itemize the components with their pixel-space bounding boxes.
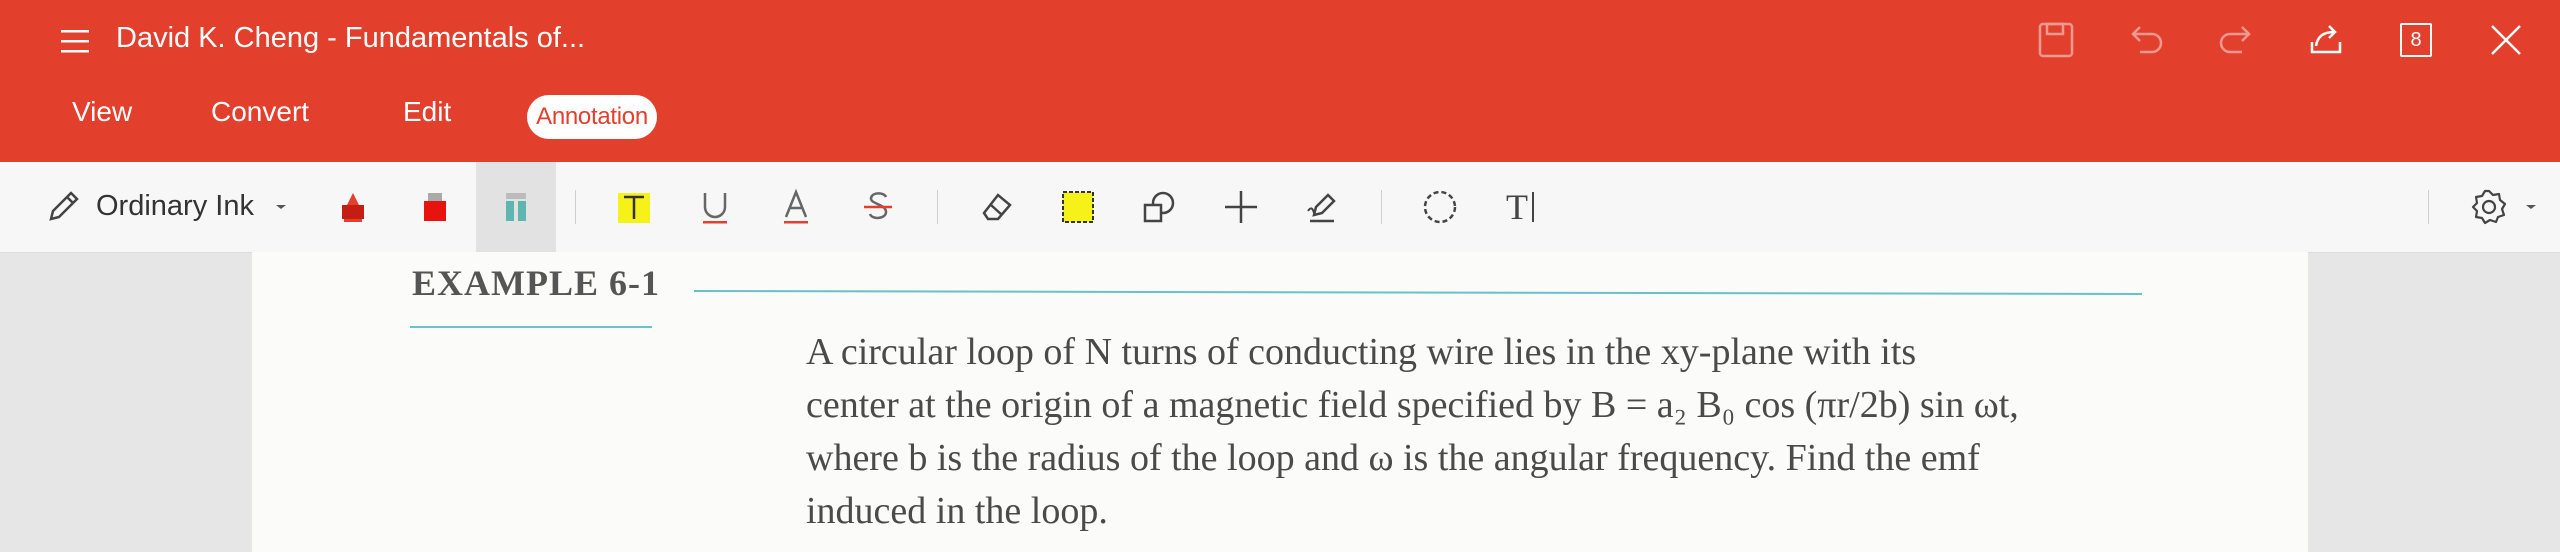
settings-gear-icon[interactable] — [2466, 184, 2512, 230]
eraser-icon[interactable] — [973, 184, 1019, 230]
strikethrough-icon[interactable] — [855, 184, 901, 230]
page-count-icon[interactable]: 8 — [2394, 18, 2438, 62]
paragraph-line: A circular loop of N turns of conducting… — [806, 331, 1917, 373]
example-paragraph: A circular loop of N turns of conducting… — [806, 326, 2146, 538]
area-highlight-icon[interactable] — [1055, 184, 1101, 230]
page-count-badge: 8 — [2400, 23, 2432, 57]
heading-underline-annotation[interactable] — [410, 326, 652, 328]
redo-icon[interactable] — [2214, 18, 2258, 62]
example-heading: EXAMPLE 6-1 — [412, 263, 660, 303]
paragraph-line: induced in the loop. — [806, 490, 1108, 532]
marker-red-icon[interactable] — [412, 184, 458, 230]
pen-red-icon[interactable] — [330, 184, 376, 230]
annotation-toolbar: Ordinary Ink T — [0, 162, 2560, 253]
text-tool-glyph: T — [1506, 187, 1528, 227]
chevron-down-icon[interactable] — [274, 202, 288, 212]
pen-icon[interactable] — [40, 184, 86, 230]
paragraph-line: where b is the radius of the loop and ω … — [806, 437, 1980, 479]
menu-icon[interactable] — [58, 24, 92, 58]
ink-type-label[interactable]: Ordinary Ink — [96, 190, 254, 223]
share-icon[interactable] — [2304, 18, 2348, 62]
lasso-select-icon[interactable] — [1417, 184, 1463, 230]
tab-convert[interactable]: Convert — [211, 96, 309, 128]
plus-icon[interactable] — [1218, 184, 1264, 230]
text-box-icon[interactable]: T — [1497, 184, 1543, 230]
undo-icon[interactable] — [2124, 18, 2168, 62]
shapes-icon[interactable] — [1136, 184, 1182, 230]
tab-view[interactable]: View — [72, 96, 132, 128]
tab-annotation[interactable]: Annotation — [527, 95, 657, 139]
signature-icon[interactable] — [1299, 184, 1345, 230]
close-icon[interactable] — [2484, 18, 2528, 62]
text-highlight-icon[interactable] — [611, 184, 657, 230]
settings-chevron-down-icon[interactable] — [2524, 202, 2538, 212]
title-row: David K. Cheng - Fundamentals of... 8 — [0, 0, 2560, 82]
underline-icon[interactable] — [692, 184, 738, 230]
top-bar: David K. Cheng - Fundamentals of... 8 Vi… — [0, 0, 2560, 162]
save-icon[interactable] — [2034, 18, 2078, 62]
text-color-icon[interactable] — [773, 184, 819, 230]
text-cursor-icon — [1532, 192, 1534, 222]
paragraph-line: center at the origin of a magnetic field… — [806, 384, 2019, 426]
highlighter-teal-icon[interactable] — [476, 162, 556, 252]
tab-edit[interactable]: Edit — [403, 96, 451, 128]
document-title: David K. Cheng - Fundamentals of... — [116, 22, 586, 54]
